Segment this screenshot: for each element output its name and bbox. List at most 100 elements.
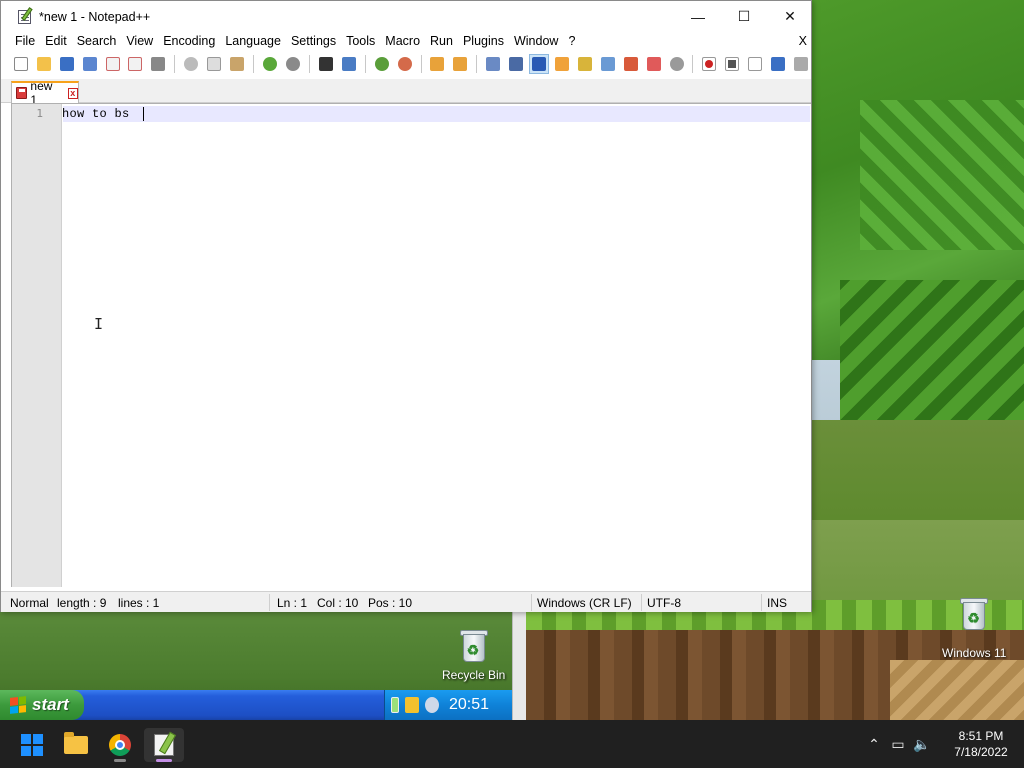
doc-map-icon[interactable] [575, 54, 595, 74]
run-macro-multiple-icon[interactable] [768, 54, 788, 74]
network-icon[interactable]: ▭ [886, 736, 910, 753]
windows11-label: Windows 11 [942, 646, 1007, 660]
close-button[interactable]: ✕ [767, 1, 813, 32]
active-indicator [156, 759, 172, 762]
user-language-icon[interactable] [552, 54, 572, 74]
close-icon[interactable] [103, 54, 123, 74]
save-all-icon[interactable] [80, 54, 100, 74]
title-bar[interactable]: *new 1 - Notepad++ — ☐ ✕ [1, 1, 811, 32]
monitoring-icon[interactable] [644, 54, 664, 74]
paste-icon[interactable] [227, 54, 247, 74]
status-ins[interactable]: INS [767, 596, 787, 610]
redo-icon[interactable] [283, 54, 303, 74]
sync-vertical-icon[interactable] [428, 54, 448, 74]
close-all-icon[interactable] [126, 54, 146, 74]
plank [890, 660, 1024, 720]
record-macro-icon[interactable] [699, 54, 719, 74]
zoom-out-icon[interactable] [395, 54, 415, 74]
editor-area[interactable]: 1 how to bs I [11, 103, 811, 587]
menu-plugins[interactable]: Plugins [458, 32, 509, 51]
play-macro-icon[interactable] [745, 54, 765, 74]
volume-icon[interactable] [425, 697, 439, 713]
tab-new-1[interactable]: new 1 x [11, 79, 79, 107]
xp-system-tray: 20:51 [384, 690, 512, 720]
status-bar: Normal length : 9 lines : 1 Ln : 1 Col :… [1, 591, 811, 612]
menu-view[interactable]: View [121, 32, 158, 51]
menu-encoding[interactable]: Encoding [158, 32, 220, 51]
tab-close-icon[interactable]: x [67, 87, 78, 99]
menu-tools[interactable]: Tools [341, 32, 380, 51]
recycle-bin-icon: ♻ [458, 628, 490, 664]
status-separator [761, 594, 762, 611]
copy-icon[interactable] [204, 54, 224, 74]
maximize-button[interactable]: ☐ [721, 1, 767, 32]
chevron-up-icon[interactable]: ⌃ [862, 736, 886, 753]
file-explorer-button[interactable] [56, 728, 96, 762]
battery-icon[interactable] [391, 697, 399, 713]
toolbar-separator [308, 54, 310, 73]
status-eol[interactable]: Windows (CR LF) [537, 596, 632, 610]
chrome-button[interactable] [100, 728, 140, 762]
cut-icon[interactable] [181, 54, 201, 74]
volume-icon[interactable]: 🔈 [910, 736, 934, 753]
menu-run[interactable]: Run [425, 32, 458, 51]
system-tray: ⌃ ▭ 🔈 8:51 PM 7/18/2022 [862, 720, 1024, 768]
menu-language[interactable]: Language [220, 32, 286, 51]
clock[interactable]: 8:51 PM 7/18/2022 [938, 728, 1024, 760]
status-separator [531, 594, 532, 611]
toolbar-separator [692, 54, 694, 73]
folder-workspace-icon[interactable] [621, 54, 641, 74]
menu-window[interactable]: Window [509, 32, 563, 51]
recycle-bin-shortcut[interactable]: ♻ Recycle Bin [442, 628, 505, 682]
function-list-icon[interactable] [598, 54, 618, 74]
notepadpp-taskbar-button[interactable] [144, 728, 184, 762]
save-macro-icon[interactable] [791, 54, 811, 74]
xp-start-button[interactable]: start [0, 690, 84, 720]
stop-macro-icon[interactable] [722, 54, 742, 74]
status-col: Col : 10 [317, 596, 359, 610]
menu-file[interactable]: File [10, 32, 40, 51]
notepadpp-window: *new 1 - Notepad++ — ☐ ✕ File Edit Searc… [0, 0, 812, 612]
new-file-icon[interactable] [11, 54, 31, 74]
indent-guide-icon[interactable] [529, 53, 550, 74]
status-encoding[interactable]: UTF-8 [647, 596, 681, 610]
toolbar-separator [174, 54, 176, 73]
text-caret [143, 107, 144, 121]
xp-clock[interactable]: 20:51 [449, 696, 489, 714]
network-warning-icon[interactable] [405, 697, 419, 713]
show-all-chars-icon[interactable] [506, 54, 526, 74]
grass [812, 420, 1024, 520]
unsaved-file-icon [16, 87, 28, 99]
close-document-button[interactable]: X [799, 32, 807, 51]
word-wrap-icon[interactable] [483, 54, 503, 74]
toolbar-separator [420, 54, 422, 73]
menu-search[interactable]: Search [72, 32, 122, 51]
toolbar-separator [364, 54, 366, 73]
ibeam-cursor-icon: I [94, 315, 104, 333]
print-icon[interactable] [148, 54, 168, 74]
zoom-in-icon[interactable] [372, 54, 392, 74]
find-icon[interactable] [316, 54, 336, 74]
xp-taskbar: start 20:51 [0, 690, 512, 720]
undo-icon[interactable] [260, 54, 280, 74]
menu-settings[interactable]: Settings [286, 32, 341, 51]
editor-text[interactable]: how to bs [62, 107, 130, 121]
xp-scrollbar[interactable] [512, 612, 526, 720]
minimize-button[interactable]: — [675, 1, 721, 32]
menu-macro[interactable]: Macro [380, 32, 425, 51]
start-button[interactable] [12, 728, 52, 762]
status-length: length : 9 [57, 596, 107, 610]
menu-help[interactable]: ? [563, 32, 580, 51]
replace-icon[interactable] [339, 54, 359, 74]
tab-bar: new 1 x [1, 79, 811, 107]
notepadpp-app-icon[interactable] [17, 6, 33, 25]
menu-edit[interactable]: Edit [40, 32, 72, 51]
windows11-recycle-bin-shortcut[interactable]: ♻ Windows 11 [942, 596, 1006, 660]
recycle-bin-label: Recycle Bin [442, 668, 506, 682]
save-icon[interactable] [57, 54, 77, 74]
sync-horizontal-icon[interactable] [450, 54, 470, 74]
record-disabled-icon[interactable] [667, 54, 687, 74]
window-title: *new 1 - Notepad++ [39, 9, 151, 24]
folder-icon [64, 732, 88, 754]
open-file-icon[interactable] [34, 54, 54, 74]
